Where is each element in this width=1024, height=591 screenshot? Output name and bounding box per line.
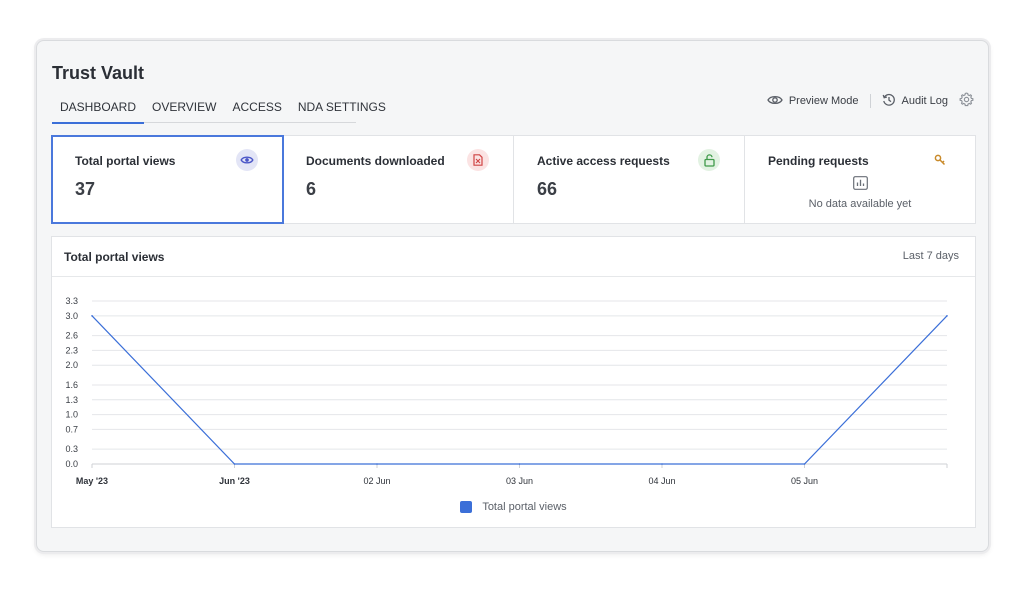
y-tick-label: 2.0 — [65, 360, 78, 370]
x-tick-label: 03 Jun — [506, 476, 533, 486]
tab-dashboard[interactable]: DASHBOARD — [52, 99, 145, 124]
unlock-icon — [698, 149, 720, 171]
tab-bar: DASHBOARD OVERVIEW ACCESS NDA SETTINGS — [52, 99, 386, 124]
audit-log-label: Audit Log — [901, 95, 948, 107]
stat-value: 37 — [75, 179, 96, 199]
stat-label: Total portal views — [75, 154, 176, 168]
eye-icon — [236, 149, 258, 171]
action-divider — [869, 94, 871, 108]
gear-icon — [959, 92, 974, 110]
y-tick-label: 2.6 — [65, 331, 78, 341]
x-tick-label: 02 Jun — [363, 476, 390, 486]
data-point — [233, 463, 236, 465]
stat-value: 6 — [306, 179, 317, 199]
tab-access[interactable]: ACCESS — [224, 99, 289, 123]
data-point — [518, 463, 521, 465]
data-point — [91, 315, 93, 317]
settings-button[interactable] — [959, 92, 974, 110]
stat-card-active-access-requests[interactable]: Active access requests 66 — [514, 136, 745, 223]
y-tick-label: 1.0 — [65, 410, 78, 420]
stat-card-portal-views[interactable]: Total portal views 37 — [51, 135, 284, 224]
x-tick-label: May '23 — [76, 476, 108, 486]
chart-title: Total portal views — [64, 250, 165, 264]
tab-overview[interactable]: OVERVIEW — [144, 99, 224, 123]
y-tick-label: 0.0 — [65, 459, 78, 469]
legend-label: Total portal views — [482, 501, 567, 513]
data-point — [661, 463, 663, 465]
stat-label: Active access requests — [537, 154, 670, 168]
data-point — [803, 463, 806, 465]
trust-vault-panel: Trust Vault DASHBOARD OVERVIEW ACCESS ND… — [36, 40, 989, 552]
series-line — [91, 315, 948, 465]
stats-row: Total portal views 37 Documents download… — [51, 135, 976, 224]
stat-card-documents-downloaded[interactable]: Documents downloaded 6 — [283, 136, 514, 223]
y-tick-label: 0.3 — [65, 444, 78, 454]
audit-log-button[interactable]: Audit Log — [882, 93, 948, 110]
preview-mode-button[interactable]: Preview Mode — [767, 94, 859, 109]
key-icon — [929, 149, 951, 171]
data-point — [946, 315, 948, 317]
line-chart: 0.0 0.3 0.7 1.0 1.3 1.6 2.0 2.3 2.6 3.0 3.3 May '23… — [65, 296, 948, 486]
x-tick-label: 04 Jun — [648, 476, 675, 486]
y-tick-label: 3.3 — [65, 296, 78, 306]
x-tick-label: Jun '23 — [219, 476, 250, 486]
stat-label: Documents downloaded — [306, 154, 445, 168]
stat-value: 66 — [537, 179, 558, 199]
eye-icon — [767, 94, 783, 109]
stat-card-pending-requests[interactable]: Pending requests No data available yet — [745, 136, 975, 223]
x-tick-label: 05 Jun — [791, 476, 818, 486]
preview-mode-label: Preview Mode — [788, 95, 859, 107]
page-title: Trust Vault — [52, 63, 145, 83]
chart-header: Total portal views Last 7 days — [52, 237, 975, 277]
header-actions: Preview Mode Audit Log — [767, 91, 974, 111]
bar-chart-icon — [852, 176, 868, 194]
y-tick-label: 0.7 — [65, 424, 78, 434]
y-tick-label: 2.3 — [65, 345, 78, 355]
file-download-icon — [467, 149, 489, 171]
empty-state: No data available yet — [745, 176, 975, 210]
chart-legend[interactable]: Total portal views — [52, 501, 975, 513]
date-range-label[interactable]: Last 7 days — [903, 250, 959, 262]
y-tick-label: 1.3 — [65, 395, 78, 405]
y-tick-label: 3.0 — [65, 311, 78, 321]
legend-swatch — [460, 501, 473, 513]
y-tick-label: 1.6 — [65, 380, 78, 390]
empty-state-text: No data available yet — [808, 198, 912, 210]
chart-panel: Total portal views Last 7 days 0.0 0.3 0.7… — [51, 236, 976, 528]
tab-nda-settings[interactable]: NDA SETTINGS — [290, 99, 394, 123]
history-icon — [882, 93, 896, 110]
data-point — [376, 463, 378, 465]
stat-label: Pending requests — [768, 154, 869, 168]
